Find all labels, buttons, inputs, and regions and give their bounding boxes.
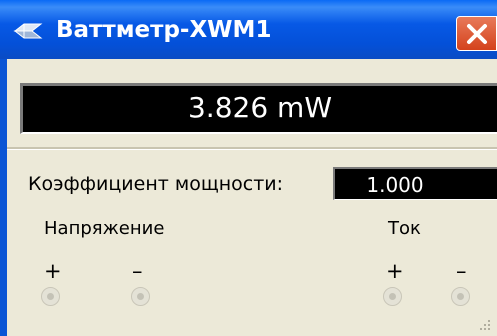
- current-plus-sign: +: [386, 259, 404, 283]
- voltage-minus-sign: –: [132, 259, 143, 283]
- power-factor-label: Коэффициент мощности:: [28, 173, 284, 195]
- voltage-label: Напряжение: [44, 218, 165, 239]
- divider: [7, 147, 497, 150]
- resize-grip-icon[interactable]: [476, 316, 494, 334]
- power-factor-display: 1.000: [333, 167, 497, 200]
- close-icon: [467, 24, 487, 44]
- close-button[interactable]: [456, 16, 497, 51]
- power-display: 3.826 mW: [20, 83, 497, 134]
- power-reading: 3.826 mW: [187, 91, 333, 124]
- wattmeter-window: Ваттметр-XWM1 3.826 mW Коэффициент мощно…: [0, 0, 497, 336]
- voltage-minus-terminal[interactable]: [131, 287, 150, 306]
- voltage-plus-terminal[interactable]: [41, 287, 60, 306]
- wattmeter-icon: [13, 23, 43, 39]
- title-bar[interactable]: Ваттметр-XWM1: [0, 0, 497, 59]
- window-title: Ваттметр-XWM1: [56, 17, 272, 43]
- current-minus-terminal[interactable]: [451, 287, 470, 306]
- voltage-plus-sign: +: [44, 259, 62, 283]
- window-border: [0, 59, 7, 336]
- current-plus-terminal[interactable]: [383, 287, 402, 306]
- power-factor-value: 1.000: [366, 173, 424, 197]
- current-minus-sign: –: [456, 259, 467, 283]
- current-label: Ток: [388, 218, 421, 239]
